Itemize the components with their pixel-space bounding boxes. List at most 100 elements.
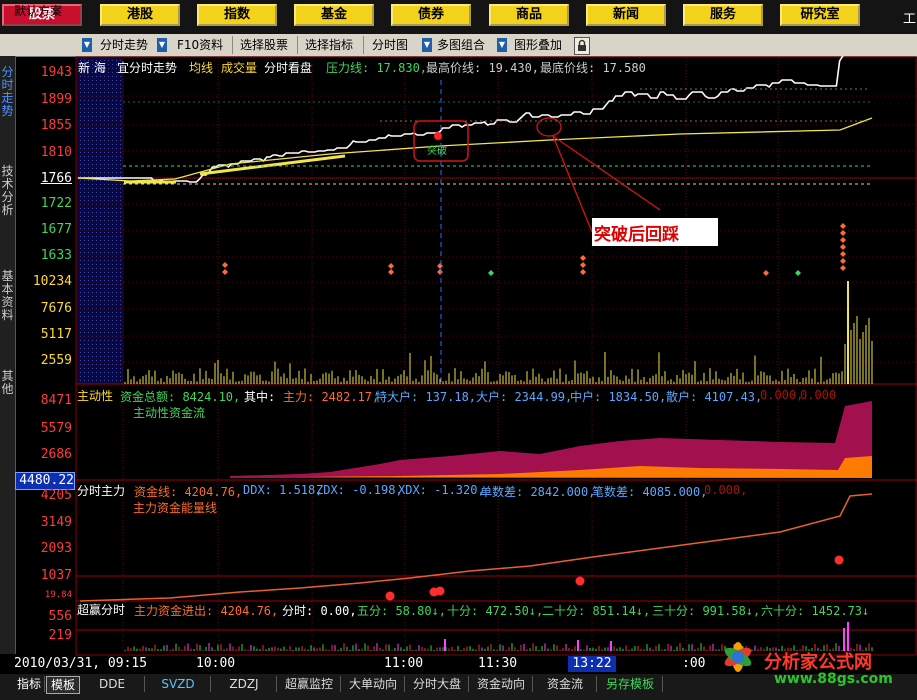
view-label: 分时看盘 (264, 61, 313, 75)
signal-marker (580, 262, 586, 268)
pressure-line-value: 压力线: 17.830, (326, 61, 428, 75)
toolbar-select-indicator[interactable]: 选择指标 (305, 36, 353, 54)
price-tick: 1855 (40, 118, 72, 133)
tab-dde[interactable]: DDE (80, 676, 145, 692)
lock-icon[interactable] (574, 37, 590, 55)
dropdown-arrow-icon[interactable]: ▼ (422, 38, 432, 52)
nav-hk-stocks[interactable]: 港股 (100, 4, 180, 26)
main-zero: 0.000, (704, 483, 748, 497)
dropdown-arrow-icon[interactable]: ▼ (82, 38, 92, 52)
price-tick: 1943 (40, 65, 72, 80)
tab-big-order[interactable]: 大单动向 (342, 676, 405, 692)
main-panel-title: 分时主力 (77, 484, 126, 498)
breakout-dot (434, 132, 442, 140)
tab-zdzj[interactable]: ZDZJ (212, 676, 277, 692)
tab-templates[interactable]: 模板 (46, 676, 80, 694)
price-tick: 1722 (40, 196, 72, 211)
tab-fund-trend[interactable]: 资金动向 (470, 676, 533, 692)
toolbar-timeshare-chart[interactable]: 分时图 (372, 36, 408, 54)
nav-index[interactable]: 指数 (197, 4, 277, 26)
signal-marker (437, 263, 443, 269)
nav-overflow-label: 工 (903, 12, 917, 27)
active-panel-title: 主动性 (77, 389, 114, 403)
xdx-value: XDX: -1.320, (398, 483, 485, 497)
chart-mode: 宜分时走势 (117, 61, 178, 75)
toolbar-intraday[interactable]: 分时走势 (100, 36, 148, 54)
flow-panel-title: 超赢分时 (77, 603, 126, 617)
tab-save-template[interactable]: 另存模板 (598, 676, 663, 692)
active-special: 特大户: 137.18, (375, 390, 477, 404)
flow-10min: 十分: 472.50↓, (447, 604, 544, 618)
time-tick: 11:00 (384, 656, 424, 671)
signal-marker (840, 244, 846, 250)
volume-tick: 10234 (32, 274, 72, 289)
volume-tick: 7676 (40, 301, 72, 316)
tab-fund-flow[interactable]: 资金流 (534, 676, 597, 692)
order-diff-value: 笔数差: 4085.000, (592, 485, 708, 499)
dropdown-arrow-icon[interactable]: ▼ (157, 38, 167, 52)
signal-marker (222, 269, 228, 275)
signal-marker (840, 230, 846, 236)
signal-marker (795, 270, 801, 276)
high-line-value: 最高价线: 19.430, (426, 61, 540, 75)
nav-funds[interactable]: 基金 (294, 4, 374, 26)
nav-services[interactable]: 服务 (683, 4, 763, 26)
signal-marker (580, 269, 586, 275)
flow-main-value: 主力资金进出: 4204.76, (134, 604, 279, 618)
active-tick: 5579 (40, 421, 72, 436)
tab-market-intraday[interactable]: 分时大盘 (406, 676, 469, 692)
nav-bonds[interactable]: 债券 (391, 4, 471, 26)
chart-frame (75, 56, 917, 656)
active-tick: 8471 (40, 393, 72, 408)
active-total: 资金总额: 8424.10, (120, 390, 241, 404)
flow-tick: 556 (48, 609, 72, 624)
ddx-value: DDX: 1.518, (243, 483, 323, 497)
active-zero-1: 0.000, (760, 388, 804, 402)
signal-dot (435, 586, 445, 596)
main-tick: 2093 (40, 541, 72, 556)
signal-marker (763, 270, 769, 276)
toolbar-overlay[interactable]: 图形叠加 (514, 36, 562, 54)
signal-marker (840, 251, 846, 257)
single-diff-value: 单数差: 2842.000, (480, 485, 596, 499)
main-line-value: 资金线: 4204.76, (134, 485, 243, 499)
active-tick: 2686 (40, 447, 72, 462)
main-energy-legend: 主力资金能量线 (133, 501, 218, 515)
nav-news[interactable]: 新闻 (586, 4, 666, 26)
nav-commodities[interactable]: 商品 (489, 4, 569, 26)
main-tick: 1037 (40, 568, 72, 583)
toolbar-f10[interactable]: F10资料 (177, 36, 223, 54)
active-flow-legend: 主动性资金流 (133, 406, 206, 420)
tab-svzd[interactable]: SVZD (146, 676, 211, 692)
time-tick: :00 (682, 656, 706, 671)
low-line-value: 最底价线: 17.580 (540, 61, 646, 75)
price-tick: 1633 (40, 248, 72, 263)
stock-name: 新 海 (78, 61, 106, 75)
nav-research[interactable]: 研究室 (780, 4, 860, 26)
active-medium: 中户: 1834.50, (570, 390, 667, 404)
dropdown-arrow-icon[interactable]: ▼ (497, 38, 507, 52)
price-tick: 1810 (40, 145, 72, 160)
active-retail: 散户: 4107.43, (666, 390, 763, 404)
scheme-select[interactable]: 默认方案 (14, 2, 62, 20)
tab-indicators[interactable]: 指标 (14, 676, 45, 692)
signal-dot (575, 576, 585, 586)
tab-super-monitor[interactable]: 超赢监控 (278, 676, 341, 692)
zdx-value: ZDX: -0.198, (316, 483, 403, 497)
callout-label: 突破后回踩 (594, 225, 679, 245)
signal-marker (840, 223, 846, 229)
volume-tick: 5117 (40, 327, 72, 342)
signal-marker (437, 269, 443, 275)
chart-canvas[interactable] (0, 56, 917, 674)
breakout-label: 突破 (427, 146, 447, 157)
main-tick: 19.84 (44, 590, 72, 600)
ma-legend: 均线 (189, 61, 214, 75)
cursor-time-readout: 13:22 (568, 656, 616, 672)
flow-20min: 二十分: 851.14↓, (542, 604, 651, 618)
flow-60min: 六十分: 1452.73↓ (761, 604, 870, 618)
toolbar-divider (232, 36, 233, 54)
active-zero-2: 0.000 (800, 388, 837, 402)
toolbar-multi-chart[interactable]: 多图组合 (437, 36, 485, 54)
date-time-label: 2010/03/31, 09:15 (14, 656, 148, 671)
toolbar-select-stock[interactable]: 选择股票 (240, 36, 288, 54)
